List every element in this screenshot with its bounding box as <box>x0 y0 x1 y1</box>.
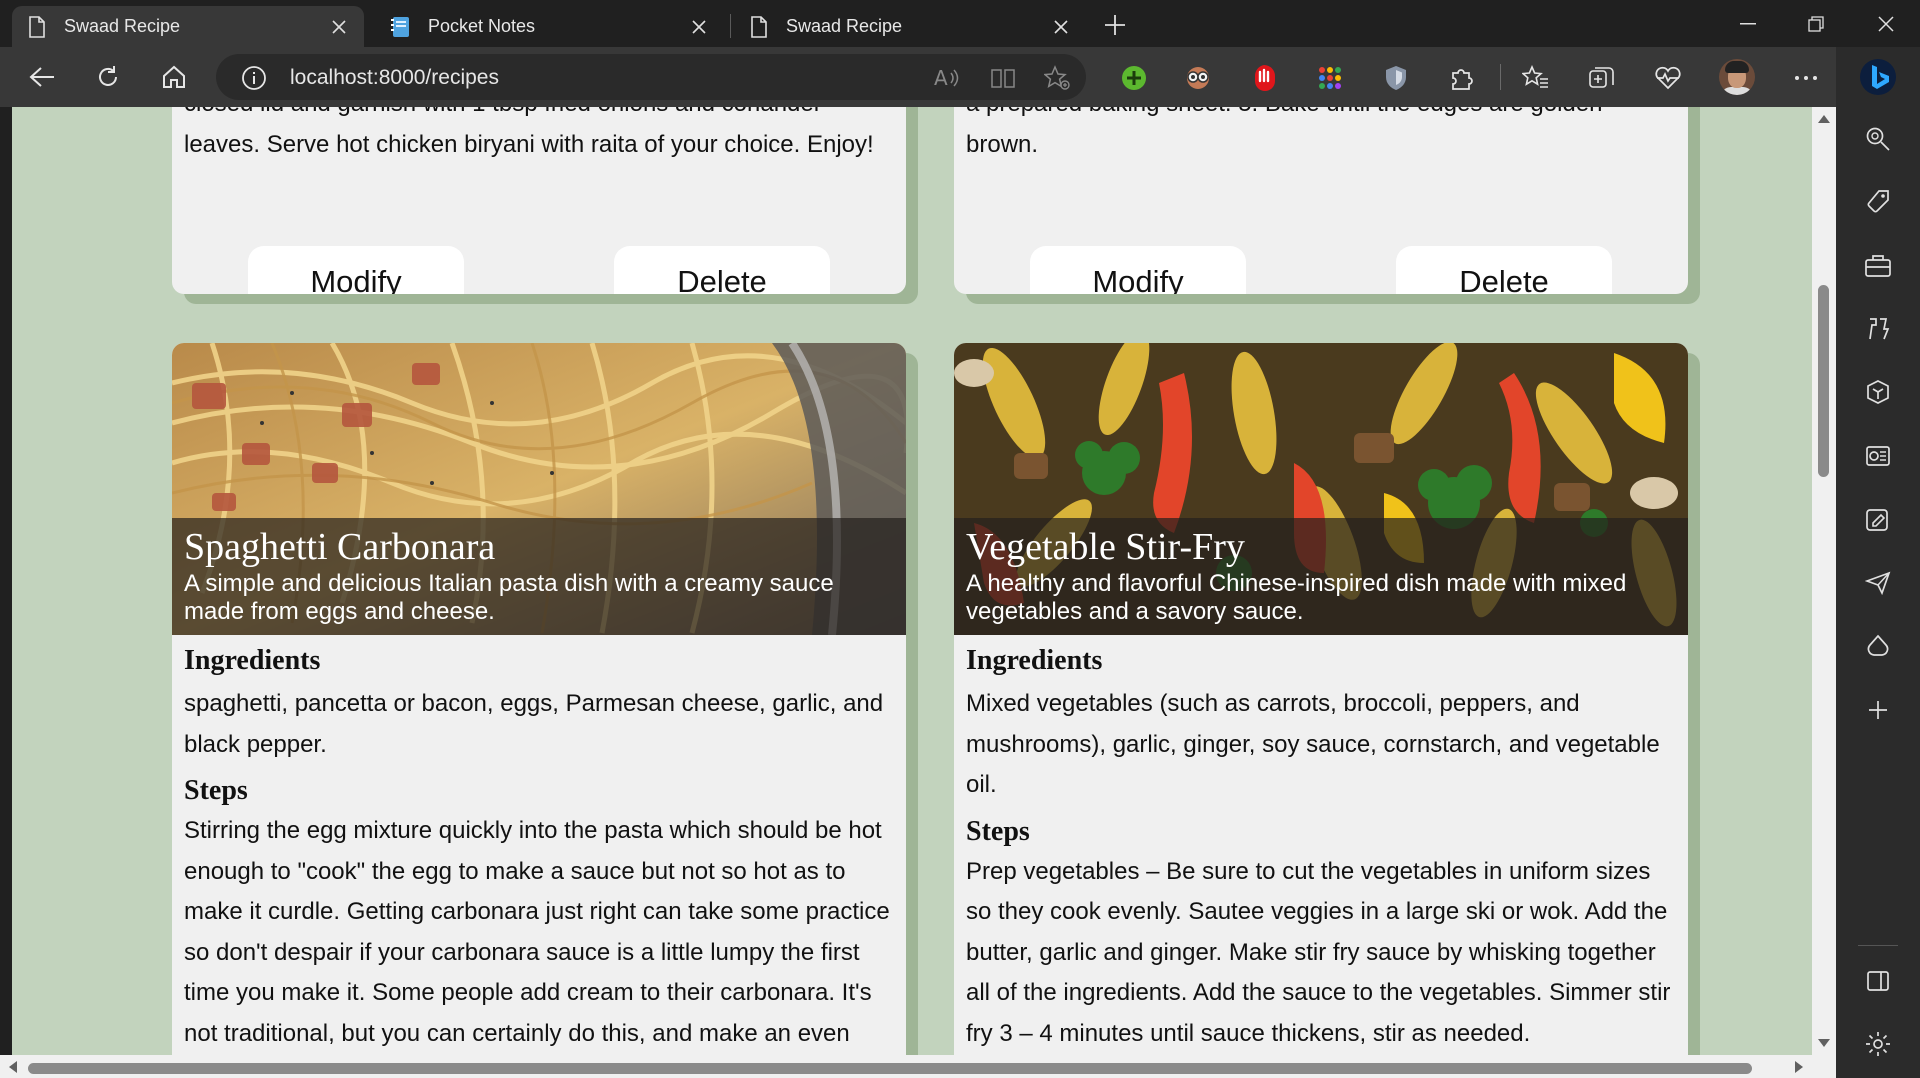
scroll-up-arrow-icon[interactable] <box>1818 113 1830 125</box>
back-button[interactable] <box>22 57 62 97</box>
recipe-image-spaghetti: Spaghetti Carbonara A simple and delicio… <box>172 343 906 635</box>
recipe-caption: Spaghetti Carbonara A simple and delicio… <box>172 518 906 635</box>
horizontal-scroll-thumb[interactable] <box>28 1063 1752 1074</box>
sidebar-outlook-icon[interactable] <box>1858 436 1898 476</box>
read-aloud-icon[interactable]: A <box>934 65 960 91</box>
sidebar-drop-icon[interactable] <box>1858 500 1898 540</box>
browser-toolbar: localhost:8000/recipes A <box>0 47 1920 107</box>
recipe-card-top-right: a prepared baking sheet. 5. Bake until t… <box>954 107 1688 294</box>
notebook-icon <box>390 16 412 38</box>
close-icon <box>1878 15 1894 32</box>
recipe-description: A healthy and flavorful Chinese-inspired… <box>966 570 1627 625</box>
extension-glasses-icon[interactable] <box>1180 60 1216 96</box>
steps-text: Prep vegetables – Be sure to cut the veg… <box>966 857 1671 1047</box>
sidebar-office-icon[interactable] <box>1858 372 1898 412</box>
modify-button[interactable]: Modify <box>1030 246 1246 294</box>
recipe-caption: Vegetable Stir-Fry A healthy and flavorf… <box>954 518 1688 635</box>
minimize-icon <box>1740 22 1756 24</box>
sidebar-separator <box>1858 945 1898 946</box>
tab-label: Pocket Notes <box>428 16 536 36</box>
ingredients-text: spaghetti, pancetta or bacon, eggs, Parm… <box>184 690 884 758</box>
sidebar-games-icon[interactable] <box>1858 309 1898 349</box>
reload-button[interactable] <box>88 57 128 97</box>
extensions-puzzle-icon[interactable] <box>1444 60 1480 96</box>
scroll-left-arrow-icon[interactable] <box>6 1060 20 1074</box>
vertical-scrollbar[interactable] <box>1812 107 1836 1055</box>
browser-essentials-icon[interactable] <box>1650 60 1686 96</box>
scroll-right-arrow-icon[interactable] <box>1792 1060 1806 1074</box>
home-icon <box>163 65 185 88</box>
url-text: localhost:8000/recipes <box>290 66 499 89</box>
reload-icon <box>99 66 117 86</box>
page-icon <box>748 15 770 38</box>
steps-text: Stirring the egg mixture quickly into th… <box>184 817 890 1047</box>
ingredients-heading: Ingredients <box>966 645 1103 676</box>
recipe-title: Spaghetti Carbonara <box>184 526 496 568</box>
sidebar-search-icon[interactable] <box>1858 119 1898 159</box>
sidebar-cloud-icon[interactable] <box>1858 626 1898 666</box>
recipe-card-spaghetti-carbonara: Spaghetti Carbonara A simple and delicio… <box>172 343 906 1055</box>
new-tab-button[interactable] <box>1098 8 1132 42</box>
extension-red-hand-icon[interactable] <box>1246 60 1282 96</box>
tab-separator <box>730 14 731 38</box>
bing-copilot-button[interactable] <box>1856 55 1900 99</box>
sidebar-layout-icon[interactable] <box>1858 961 1898 1001</box>
tab-strip: Swaad Recipe Pocket Notes Swaad Recipe <box>0 0 1920 47</box>
home-button[interactable] <box>154 57 194 97</box>
more-options-icon[interactable] <box>1788 60 1824 96</box>
sidebar-add-icon[interactable] <box>1858 690 1898 730</box>
address-bar[interactable]: localhost:8000/recipes A <box>216 54 1086 100</box>
steps-heading: Steps <box>966 815 1030 847</box>
extension-shield-icon[interactable] <box>1378 60 1414 96</box>
site-info-icon[interactable] <box>241 65 267 91</box>
tab-label: Swaad Recipe <box>786 16 903 36</box>
modify-button[interactable]: Modify <box>248 246 464 294</box>
ingredients-heading: Ingredients <box>184 645 321 676</box>
recipe-card-top-left: closed lid and garnish with 1 tbsp fried… <box>172 107 906 294</box>
profile-avatar[interactable] <box>1719 59 1755 95</box>
restore-icon <box>1808 15 1824 32</box>
tab-label: Swaad Recipe <box>64 16 181 36</box>
scroll-down-arrow-icon[interactable] <box>1818 1037 1830 1049</box>
horizontal-scrollbar[interactable] <box>0 1055 1836 1078</box>
bing-icon <box>1860 59 1896 95</box>
extension-apps-grid-icon[interactable] <box>1312 60 1348 96</box>
minimize-button[interactable] <box>1714 0 1782 47</box>
close-tab-icon[interactable] <box>688 16 710 38</box>
recipe-title: Vegetable Stir-Fry <box>966 526 1245 568</box>
tab-swaad-recipe-2[interactable]: Swaad Recipe <box>734 6 1086 47</box>
sidebar-shopping-tag-icon[interactable] <box>1858 182 1898 222</box>
recipe-card-vegetable-stir-fry: Vegetable Stir-Fry A healthy and flavorf… <box>954 343 1688 1055</box>
tab-swaad-recipe-1[interactable]: Swaad Recipe <box>12 6 364 47</box>
collections-icon[interactable] <box>1584 60 1620 96</box>
immersive-reader-icon[interactable] <box>990 65 1016 91</box>
add-favorite-icon[interactable] <box>1044 65 1070 91</box>
toolbar-separator <box>1500 64 1501 90</box>
delete-button[interactable]: Delete <box>614 246 830 294</box>
tab-pocket-notes[interactable]: Pocket Notes <box>376 6 724 47</box>
back-arrow-icon <box>29 67 54 87</box>
page-viewport: closed lid and garnish with 1 tbsp fried… <box>12 107 1812 1055</box>
delete-button[interactable]: Delete <box>1396 246 1612 294</box>
recipe-description: A simple and delicious Italian pasta dis… <box>184 570 834 625</box>
plus-icon <box>1105 15 1125 35</box>
recipe-steps-text: a prepared baking sheet. 5. Bake until t… <box>966 107 1602 158</box>
close-window-button[interactable] <box>1852 0 1920 47</box>
close-tab-icon[interactable] <box>328 16 350 38</box>
restore-button[interactable] <box>1782 0 1850 47</box>
extension-green-plus-icon[interactable] <box>1116 60 1152 96</box>
sidebar-send-icon[interactable] <box>1858 563 1898 603</box>
recipe-steps-text: closed lid and garnish with 1 tbsp fried… <box>184 107 874 158</box>
ingredients-text: Mixed vegetables (such as carrots, brocc… <box>966 690 1660 798</box>
svg-text:A: A <box>934 67 948 89</box>
steps-heading: Steps <box>184 775 248 806</box>
recipe-image-stir-fry: Vegetable Stir-Fry A healthy and flavorf… <box>954 343 1688 635</box>
sidebar-settings-gear-icon[interactable] <box>1858 1024 1898 1064</box>
vertical-scroll-thumb[interactable] <box>1818 285 1829 477</box>
sidebar-tools-briefcase-icon[interactable] <box>1858 246 1898 286</box>
favorites-icon[interactable] <box>1518 60 1554 96</box>
page-icon <box>26 15 48 38</box>
close-tab-icon[interactable] <box>1050 16 1072 38</box>
